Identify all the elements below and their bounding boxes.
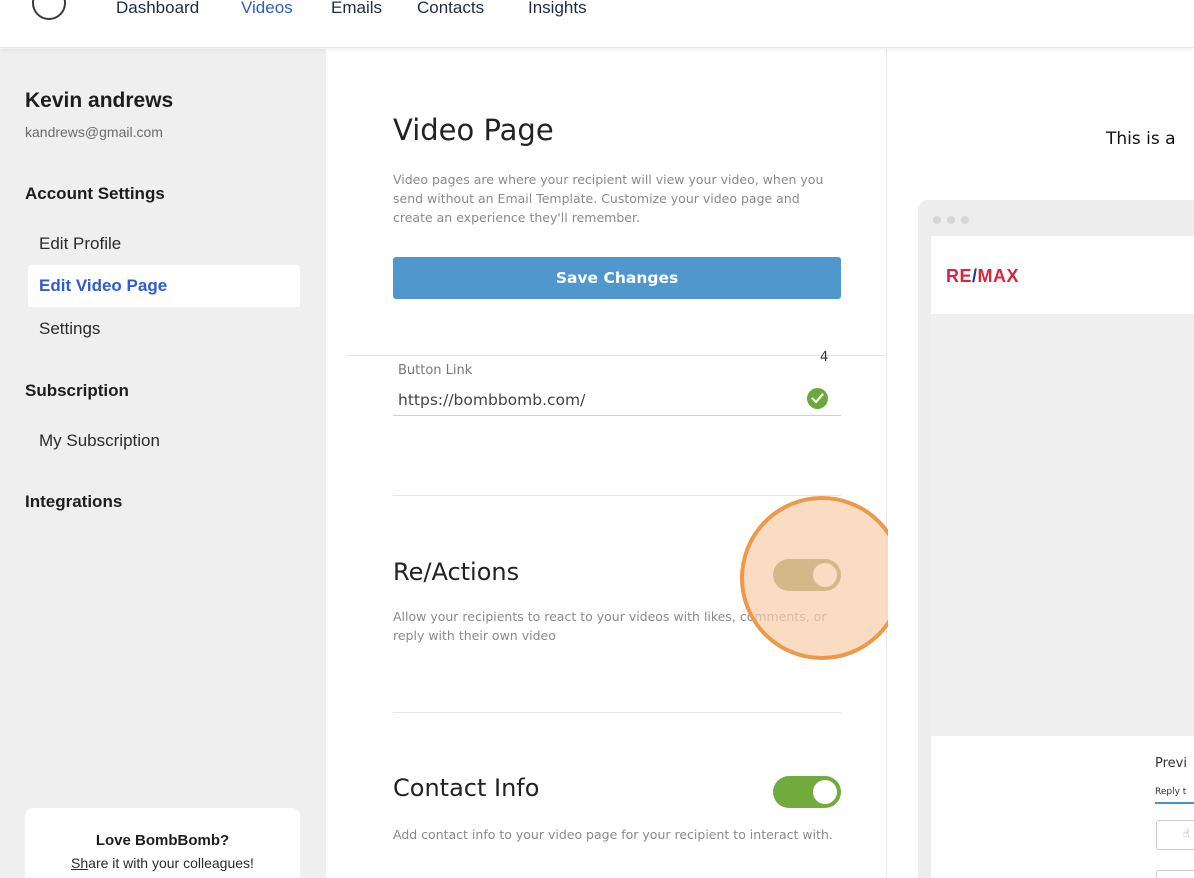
promo-subtitle-link[interactable]: Sh bbox=[71, 855, 88, 871]
nav-insights[interactable]: Insights bbox=[528, 0, 587, 18]
subscription-heading: Subscription bbox=[25, 381, 129, 400]
sidebar-item-edit-profile[interactable]: Edit Profile bbox=[28, 223, 300, 265]
sidebar-item-edit-video-page[interactable]: Edit Video Page bbox=[28, 265, 300, 307]
button-link-label: Button Link bbox=[398, 363, 473, 378]
window-dot-icon bbox=[961, 216, 969, 224]
preview-video-area bbox=[931, 314, 1194, 736]
thumbs-up-icon: ☝ bbox=[1183, 828, 1190, 840]
preview-heading: This is a bbox=[1106, 129, 1176, 149]
promo-title: Love BombBomb? bbox=[95, 832, 230, 849]
like-button[interactable]: ☝ bbox=[1156, 820, 1194, 850]
sidebar-item-my-subscription[interactable]: My Subscription bbox=[28, 420, 300, 462]
video-page-settings: Video Page Video pages are where your re… bbox=[326, 49, 887, 878]
toggle-knob bbox=[813, 563, 837, 587]
sidebar-item-integrations[interactable]: Integrations bbox=[25, 492, 122, 512]
top-nav: Dashboard Videos Emails Contacts Insight… bbox=[0, 0, 1194, 48]
contact-info-description: Add contact info to your video page for … bbox=[393, 827, 833, 842]
button-link-input[interactable] bbox=[393, 384, 841, 416]
video-page-preview: This is a RE/MAX Previ Reply t ☝ bbox=[888, 49, 1194, 878]
page-title: Video Page bbox=[393, 113, 554, 147]
preview-actions-bar: Previ Reply t ☝ bbox=[931, 736, 1194, 878]
reactions-title: Re/Actions bbox=[393, 558, 520, 586]
app-logo-icon[interactable] bbox=[32, 0, 66, 20]
divider bbox=[393, 495, 841, 496]
reply-tab[interactable]: Reply t bbox=[1155, 787, 1186, 797]
share-promo-card: Love BombBomb? Share it with your collea… bbox=[25, 808, 300, 878]
reactions-toggle[interactable] bbox=[773, 559, 841, 591]
preview-action-button[interactable] bbox=[1156, 870, 1194, 878]
contact-info-title: Contact Info bbox=[393, 774, 540, 802]
divider bbox=[393, 712, 841, 713]
account-settings-heading: Account Settings bbox=[25, 184, 165, 203]
character-counter: 4 bbox=[820, 350, 829, 365]
preview-label: Previ bbox=[1155, 756, 1187, 771]
preview-browser-frame: RE/MAX Previ Reply t ☝ bbox=[918, 200, 1194, 878]
contact-info-toggle[interactable] bbox=[773, 776, 841, 808]
valid-check-icon bbox=[807, 388, 828, 409]
reply-tab-underline bbox=[1155, 802, 1194, 804]
page-description: Video pages are where your recipient wil… bbox=[393, 172, 824, 225]
nav-contacts[interactable]: Contacts bbox=[417, 0, 484, 18]
nav-emails[interactable]: Emails bbox=[331, 0, 382, 18]
reactions-description: Allow your recipients to react to your v… bbox=[393, 609, 827, 643]
toggle-knob bbox=[813, 780, 837, 804]
preview-brand-bar: RE/MAX bbox=[931, 236, 1194, 314]
window-dot-icon bbox=[933, 216, 941, 224]
divider bbox=[348, 355, 887, 356]
remax-logo: RE/MAX bbox=[946, 266, 1020, 286]
user-name: Kevin andrews bbox=[25, 89, 174, 112]
nav-dashboard[interactable]: Dashboard bbox=[116, 0, 199, 18]
promo-subtitle: Share it with your colleagues! bbox=[25, 855, 300, 871]
user-email: kandrews@gmail.com bbox=[25, 124, 163, 140]
window-dot-icon bbox=[947, 216, 955, 224]
promo-subtitle-text: are it with your colleagues! bbox=[88, 855, 254, 871]
nav-videos[interactable]: Videos bbox=[241, 0, 293, 18]
sidebar-item-settings[interactable]: Settings bbox=[28, 308, 300, 350]
settings-sidebar: Kevin andrews kandrews@gmail.com Account… bbox=[0, 49, 326, 878]
save-changes-button[interactable]: Save Changes bbox=[393, 257, 841, 299]
